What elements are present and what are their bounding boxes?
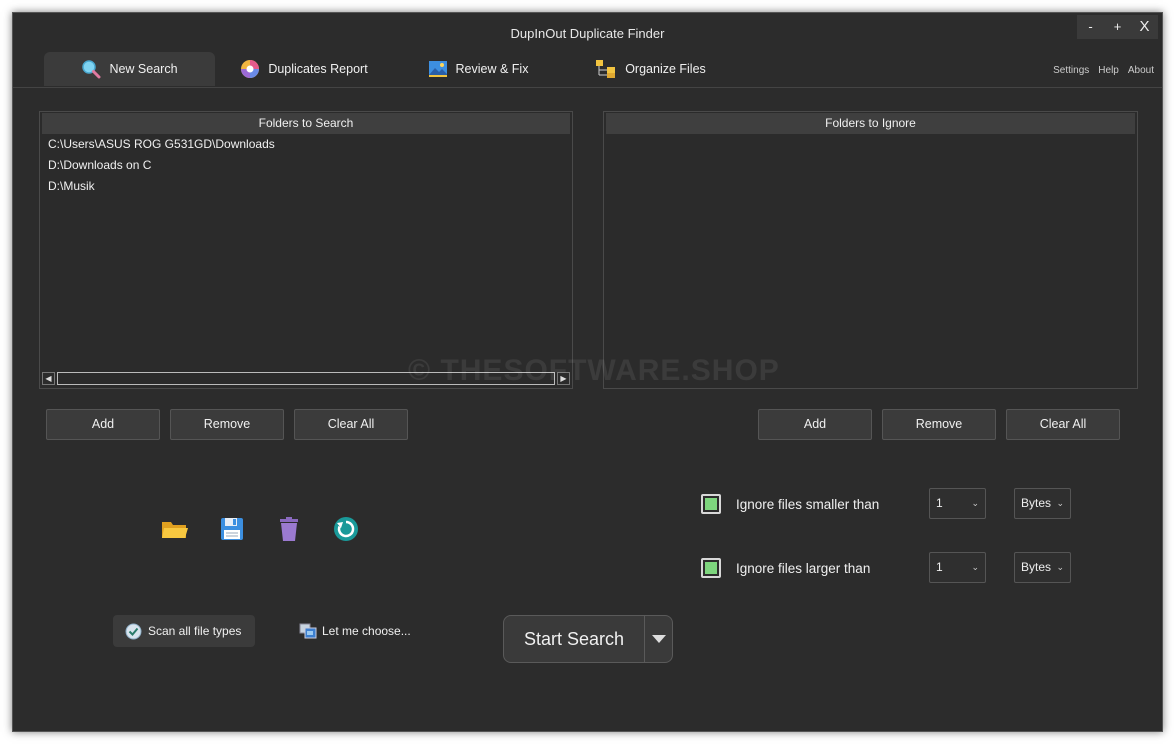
select-value: Bytes — [1021, 560, 1052, 574]
list-item[interactable]: D:\Downloads on C — [40, 155, 572, 176]
about-link[interactable]: About — [1128, 65, 1154, 76]
clear-search-folders-button[interactable]: Clear All — [294, 409, 408, 440]
folder-tree-icon — [595, 59, 617, 79]
ignore-larger-value-select[interactable]: 1 ⌄ — [929, 552, 986, 583]
maximize-button[interactable]: + — [1104, 15, 1131, 39]
tab-label: New Search — [109, 62, 178, 76]
pie-chart-icon — [240, 59, 260, 79]
start-search-button[interactable]: Start Search — [503, 615, 673, 663]
select-value: 1 — [936, 560, 943, 574]
ignore-smaller-label: Ignore files smaller than — [736, 496, 880, 512]
caret-down-icon — [651, 635, 666, 643]
folders-to-ignore-list[interactable]: Folders to Ignore — [603, 111, 1138, 389]
main-tabs: New Search Duplicates Report Review & Fi… — [44, 52, 738, 86]
ignore-larger-unit-select[interactable]: Bytes ⌄ — [1014, 552, 1071, 583]
chevron-down-icon: ⌄ — [1056, 562, 1064, 572]
window-title: DupInOut Duplicate Finder — [510, 26, 665, 41]
chevron-down-icon: ⌄ — [971, 562, 979, 572]
let-me-choose-label: Let me choose... — [322, 624, 411, 638]
scan-all-label: Scan all file types — [148, 624, 242, 638]
tab-new-search[interactable]: New Search — [44, 52, 215, 86]
app-window: DupInOut Duplicate Finder - + X New Sear… — [12, 12, 1163, 732]
tab-review-fix[interactable]: Review & Fix — [393, 52, 563, 86]
start-search-dropdown-button[interactable] — [644, 616, 672, 662]
chevron-down-icon: ⌄ — [971, 498, 979, 508]
top-links: Settings Help About — [1053, 65, 1154, 76]
tab-duplicates-report[interactable]: Duplicates Report — [215, 52, 393, 86]
minimize-button[interactable]: - — [1077, 15, 1104, 39]
folders-to-ignore-header: Folders to Ignore — [606, 113, 1135, 134]
settings-link[interactable]: Settings — [1053, 65, 1089, 76]
help-link[interactable]: Help — [1098, 65, 1119, 76]
remove-search-folder-button[interactable]: Remove — [170, 409, 284, 440]
close-button[interactable]: X — [1131, 15, 1158, 39]
remove-ignore-folder-button[interactable]: Remove — [882, 409, 996, 440]
refresh-icon[interactable] — [332, 515, 360, 543]
ignore-larger-label: Ignore files larger than — [736, 560, 871, 576]
let-me-choose-option[interactable]: Let me choose... — [297, 615, 427, 647]
start-search-label: Start Search — [523, 629, 625, 649]
save-icon[interactable] — [218, 515, 246, 543]
file-types-icon — [299, 623, 317, 639]
list-item[interactable]: C:\Users\ASUS ROG G531GD\Downloads — [40, 134, 572, 155]
select-value: Bytes — [1021, 496, 1052, 510]
tab-label: Duplicates Report — [268, 62, 368, 76]
scan-all-file-types-option[interactable]: Scan all file types — [113, 615, 255, 647]
tab-content-divider — [13, 87, 1162, 88]
select-value: 1 — [936, 496, 943, 510]
ignore-larger-checkbox[interactable] — [701, 558, 721, 578]
tab-organize-files[interactable]: Organize Files — [563, 52, 738, 86]
ignore-smaller-value-select[interactable]: 1 ⌄ — [929, 488, 986, 519]
tab-label: Review & Fix — [455, 62, 529, 76]
trash-icon[interactable] — [275, 515, 303, 543]
watermark-text: © THESOFTWARE.SHOP — [408, 354, 780, 387]
window-controls: - + X — [1077, 15, 1158, 39]
add-ignore-folder-button[interactable]: Add — [758, 409, 872, 440]
list-item[interactable]: D:\Musik — [40, 176, 572, 197]
ignore-smaller-checkbox[interactable] — [701, 494, 721, 514]
scroll-left-button[interactable]: ◀ — [42, 371, 55, 385]
chevron-down-icon: ⌄ — [1056, 498, 1064, 508]
check-circle-icon — [125, 623, 142, 640]
search-icon — [81, 59, 101, 79]
open-folder-icon[interactable] — [161, 515, 189, 543]
ignore-larger-option: Ignore files larger than — [701, 558, 870, 578]
folders-to-search-list[interactable]: Folders to Search C:\Users\ASUS ROG G531… — [39, 111, 573, 389]
ignore-smaller-option: Ignore files smaller than — [701, 494, 879, 514]
tab-label: Organize Files — [625, 62, 706, 76]
folders-to-search-header: Folders to Search — [42, 113, 570, 134]
clear-ignore-folders-button[interactable]: Clear All — [1006, 409, 1120, 440]
image-icon — [428, 60, 448, 78]
add-search-folder-button[interactable]: Add — [46, 409, 160, 440]
ignore-smaller-unit-select[interactable]: Bytes ⌄ — [1014, 488, 1071, 519]
